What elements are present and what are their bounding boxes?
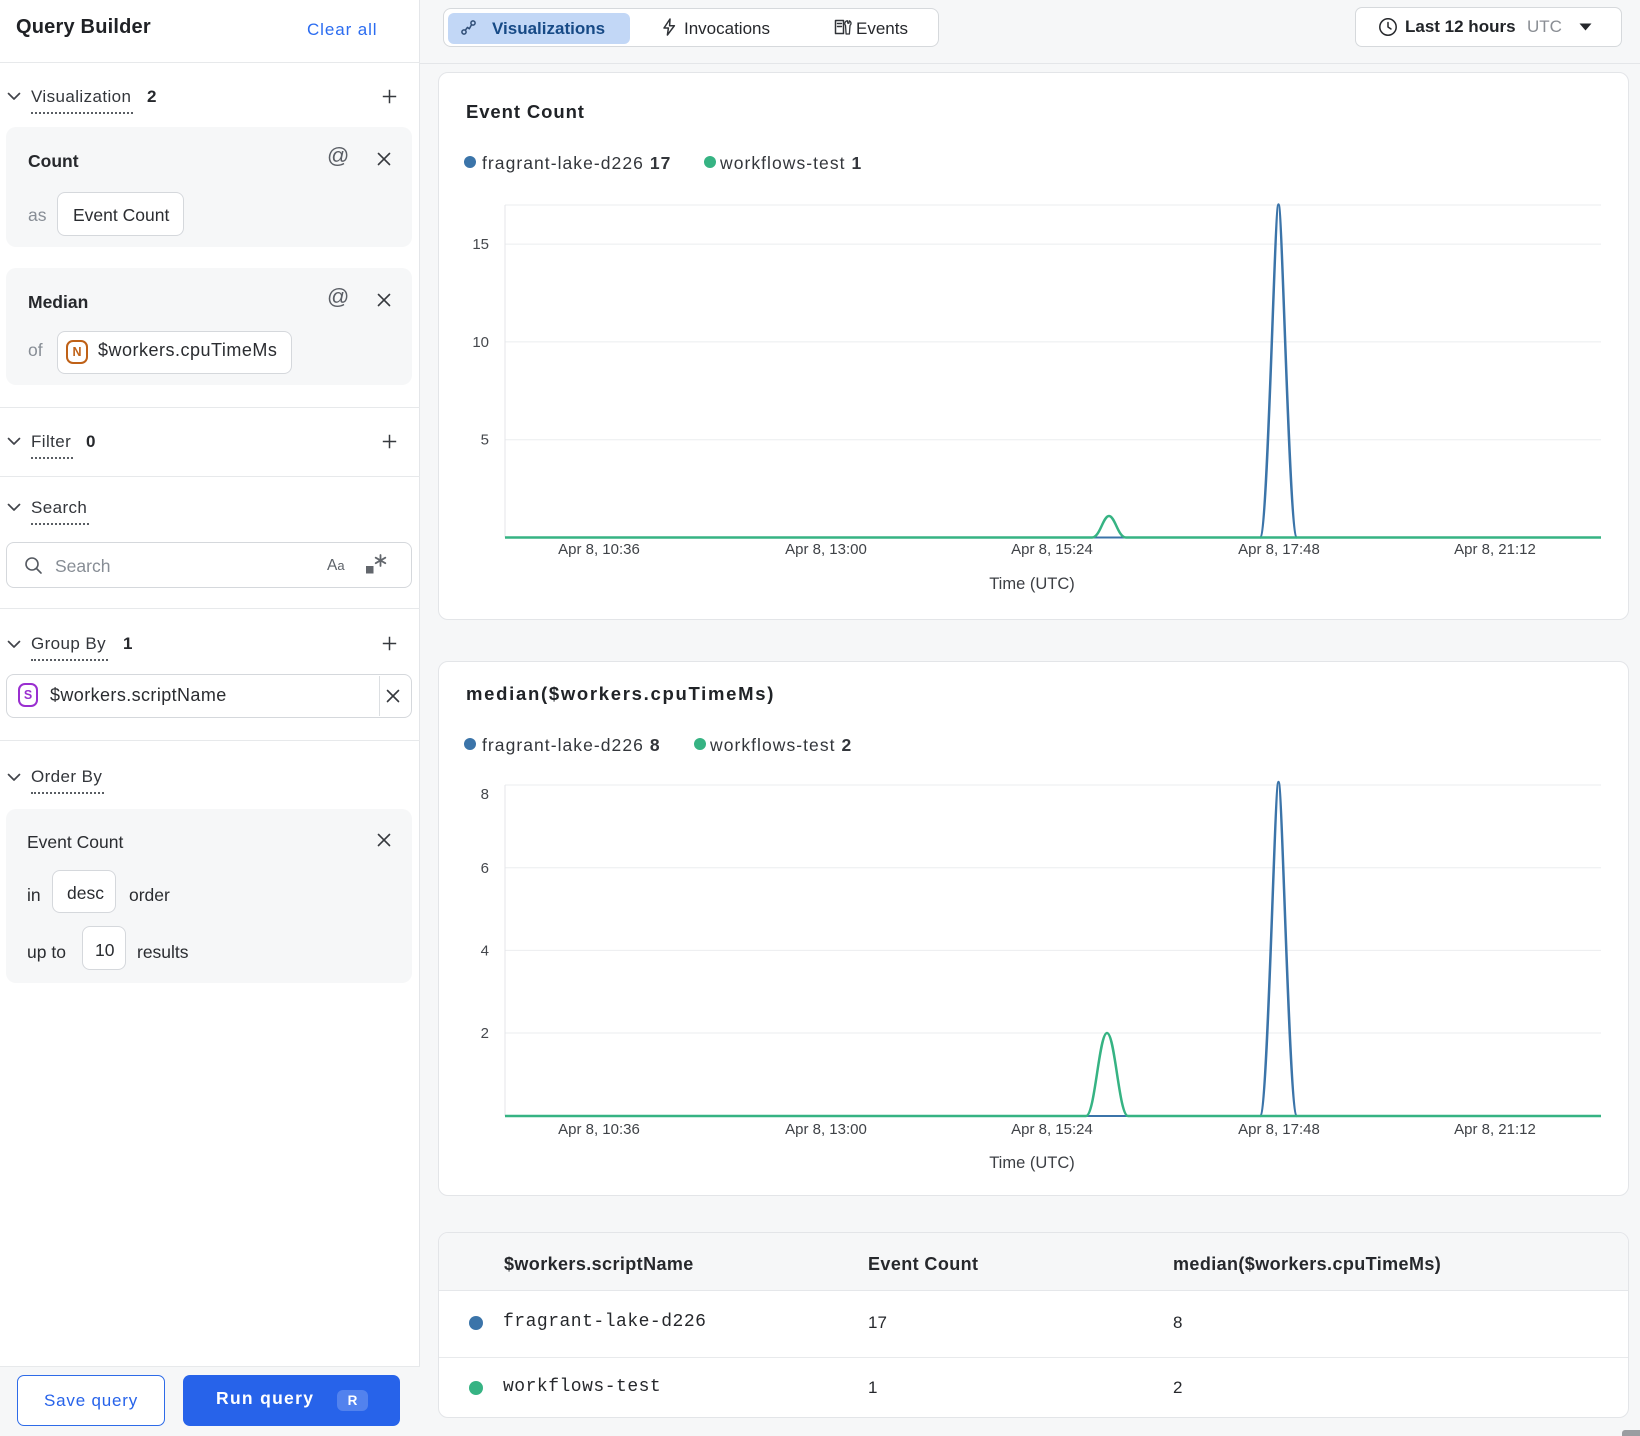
svg-text:Apr 8, 17:48: Apr 8, 17:48 (1238, 541, 1320, 558)
svg-text:Apr 8, 10:36: Apr 8, 10:36 (558, 541, 640, 558)
svg-text:Apr 8, 13:00: Apr 8, 13:00 (785, 1121, 867, 1138)
svg-text:5: 5 (481, 432, 489, 449)
svg-text:15: 15 (472, 236, 489, 253)
svg-text:Apr 8, 15:24: Apr 8, 15:24 (1011, 541, 1093, 558)
svg-text:Apr 8, 13:00: Apr 8, 13:00 (785, 541, 867, 558)
svg-text:2: 2 (481, 1025, 489, 1042)
svg-text:Time (UTC): Time (UTC) (989, 575, 1075, 593)
svg-text:Apr 8, 21:12: Apr 8, 21:12 (1454, 1121, 1536, 1138)
svg-text:6: 6 (481, 860, 489, 877)
svg-text:4: 4 (481, 942, 489, 959)
svg-text:Apr 8, 21:12: Apr 8, 21:12 (1454, 541, 1536, 558)
svg-text:Apr 8, 17:48: Apr 8, 17:48 (1238, 1121, 1320, 1138)
svg-text:10: 10 (472, 334, 489, 351)
svg-text:Time (UTC): Time (UTC) (989, 1154, 1075, 1172)
svg-text:8: 8 (481, 786, 489, 803)
svg-text:Apr 8, 15:24: Apr 8, 15:24 (1011, 1121, 1093, 1138)
svg-text:Apr 8, 10:36: Apr 8, 10:36 (558, 1121, 640, 1138)
